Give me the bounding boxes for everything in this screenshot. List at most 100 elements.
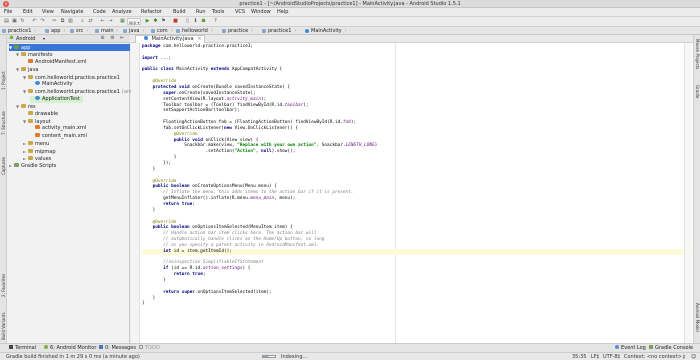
event-log-tool-button[interactable]: Event Log xyxy=(615,345,646,351)
terminal-tool-button[interactable]: Terminal xyxy=(9,345,36,351)
back-icon[interactable]: ← xyxy=(99,18,106,25)
forward-icon[interactable]: → xyxy=(107,18,114,25)
context-indicator[interactable]: Context: <no context> xyxy=(624,354,682,360)
tool-window-favorites[interactable]: 2: Favorites xyxy=(1,274,6,297)
tree-item-menu[interactable]: ► menu xyxy=(23,140,49,147)
caret-position[interactable]: 35:35 xyxy=(572,354,586,360)
tree-item-res[interactable]: ▼ res xyxy=(16,103,36,110)
android-device-monitor-icon[interactable]: ☗ xyxy=(200,18,207,25)
breadcrumb-app[interactable]: app › xyxy=(45,27,65,35)
tool-window-structure[interactable]: 7: Structure xyxy=(1,111,6,135)
line-separator[interactable]: LF‡ xyxy=(591,354,599,360)
tree-item-manifests[interactable]: ▼ manifests xyxy=(16,51,53,58)
breadcrumb-practice1[interactable]: practice1 › xyxy=(2,27,36,35)
todo-tool-button[interactable]: TODO xyxy=(139,345,160,351)
menu-help[interactable]: Help xyxy=(277,9,288,15)
breadcrumb-mainactivity[interactable]: MainActivity › xyxy=(305,27,347,35)
menu-view[interactable]: View xyxy=(42,9,54,15)
tool-window-gradle[interactable]: Gradle xyxy=(695,85,700,98)
menu-code[interactable]: Code xyxy=(93,9,106,15)
make-project-icon[interactable]: ▦ xyxy=(119,18,126,25)
tool-window-build-variants[interactable]: Build Variants xyxy=(1,312,6,340)
code-line[interactable]: import ...; xyxy=(142,56,171,62)
menu-run[interactable]: Run xyxy=(196,9,206,15)
tree-item-java[interactable]: ▼ java xyxy=(16,66,38,73)
save-icon[interactable]: ▣ xyxy=(11,18,18,25)
redo-icon[interactable]: ↷ xyxy=(39,18,46,25)
tool-window-android-model[interactable]: Android Model xyxy=(695,303,700,332)
code-line[interactable]: } xyxy=(142,278,166,284)
tree-item-applicationtest[interactable]: ApplicationTest xyxy=(30,95,83,103)
code-line[interactable]: int id = item.getItemId(); xyxy=(142,249,232,255)
inspector-icon[interactable]: ☺ xyxy=(691,354,696,360)
close-tab-icon[interactable]: × xyxy=(197,36,201,43)
menu-edit[interactable]: Edit xyxy=(23,9,33,15)
tree-item-mipmap[interactable]: ► mipmap xyxy=(23,148,56,155)
tool-window-project[interactable]: 1: Project xyxy=(1,71,6,90)
indexing-status[interactable]: Indexing... xyxy=(281,354,307,360)
messages-tool-button[interactable]: 0: Messages xyxy=(99,345,136,351)
hide-panel-icon[interactable]: ⇤ xyxy=(119,35,126,42)
menu-tools[interactable]: Tools xyxy=(212,9,224,15)
sdk-manager-icon[interactable]: ⬇ xyxy=(192,18,199,25)
debug-icon[interactable]: ✱ xyxy=(152,18,159,25)
tree-item-app[interactable]: ▼ app xyxy=(9,44,130,51)
code-line[interactable]: } xyxy=(142,301,145,307)
paste-icon[interactable]: ▥ xyxy=(67,18,74,25)
menu-build[interactable]: Build xyxy=(173,9,186,15)
tree-item-com-helloworld-practice-practice1[interactable]: ▼ com.helloworld.practice.practice1 xyxy=(23,74,120,81)
copy-icon[interactable]: ⧉ xyxy=(59,18,66,25)
tool-window-captures[interactable]: Captures xyxy=(1,157,6,175)
breadcrumb-java[interactable]: java › xyxy=(123,27,144,35)
view-selector-chevron-icon[interactable]: ▾ xyxy=(43,36,45,41)
tree-item-drawable[interactable]: drawable xyxy=(23,110,58,118)
code-line[interactable]: public class MainActivity extends AppCom… xyxy=(142,67,282,73)
help-icon[interactable]: ? xyxy=(212,18,219,25)
menu-vcs[interactable]: VCS xyxy=(235,9,245,15)
undo-icon[interactable]: ↶ xyxy=(31,18,38,25)
menu-analyze[interactable]: Analyze xyxy=(112,9,132,15)
run-icon[interactable]: ▶ xyxy=(144,18,151,25)
gradle-console-tool-button[interactable]: Gradle Console xyxy=(649,345,693,351)
cut-icon[interactable]: ✂ xyxy=(51,18,58,25)
progress-indicator[interactable] xyxy=(262,355,276,358)
menu-navigate[interactable]: Navigate xyxy=(61,9,83,15)
breadcrumb-practice1[interactable]: practice1 › xyxy=(262,27,296,35)
breadcrumb-main[interactable]: main › xyxy=(95,27,119,35)
code-line[interactable]: package com.helloworld.practice.practice… xyxy=(142,44,253,50)
breadcrumb-practice[interactable]: practice › xyxy=(222,27,253,35)
panel-settings-icon[interactable]: ⚙ xyxy=(109,35,116,42)
code-line[interactable]: } xyxy=(142,167,156,173)
tool-window-maven[interactable]: Maven Projects xyxy=(695,39,700,69)
tree-item-values[interactable]: ► values xyxy=(23,155,51,162)
file-encoding[interactable]: UTF-8‡ xyxy=(603,354,620,360)
status-message[interactable]: Gradle build finished in 1 m 29 s 0 ms (… xyxy=(6,354,140,360)
menu-refactor[interactable]: Refactor xyxy=(141,9,162,15)
find-icon[interactable]: ⌕ xyxy=(79,18,86,25)
breadcrumb-src[interactable]: src › xyxy=(70,27,88,35)
sync-icon[interactable]: ↻ xyxy=(19,18,26,25)
tree-item-activity-main-xml[interactable]: activity_main.xml xyxy=(30,125,86,132)
avd-manager-icon[interactable]: ▯ xyxy=(184,18,191,25)
tree-item-mainactivity[interactable]: MainActivity xyxy=(30,81,73,88)
breadcrumb-helloworld[interactable]: helloworld › xyxy=(176,27,213,35)
lock-icon[interactable]: ⚷ xyxy=(682,354,686,360)
project-view-selector[interactable]: Android xyxy=(16,36,35,42)
open-folder-icon[interactable]: ▤ xyxy=(3,18,10,25)
attach-debugger-icon[interactable]: ⚑ xyxy=(160,18,167,25)
code-line[interactable]: setSupportActionBar(toolbar); xyxy=(142,108,240,114)
editor-gutter[interactable] xyxy=(131,43,140,343)
menu-window[interactable]: Window xyxy=(251,9,271,15)
sync-panel-icon[interactable]: ⊕ xyxy=(99,35,106,42)
breadcrumb-com[interactable]: com › xyxy=(151,27,173,35)
code-line[interactable]: } xyxy=(142,208,156,214)
menu-file[interactable]: File xyxy=(4,9,12,15)
tree-item-androidmanifest-xml[interactable]: AndroidManifest.xml xyxy=(23,58,86,66)
code-line[interactable]: return super.onOptionsItemSelected(item)… xyxy=(142,290,271,296)
tab-mainactivity[interactable]: MainActivity.java × xyxy=(135,35,205,43)
replace-icon[interactable]: ⇄ xyxy=(87,18,94,25)
editor-scrollbar[interactable] xyxy=(684,43,692,343)
android-monitor-tool-button[interactable]: 6: Android Monitor xyxy=(44,345,96,351)
run-config-icon[interactable]: app ▾ xyxy=(127,18,141,25)
tree-item-layout[interactable]: ▼ layout xyxy=(23,118,51,125)
